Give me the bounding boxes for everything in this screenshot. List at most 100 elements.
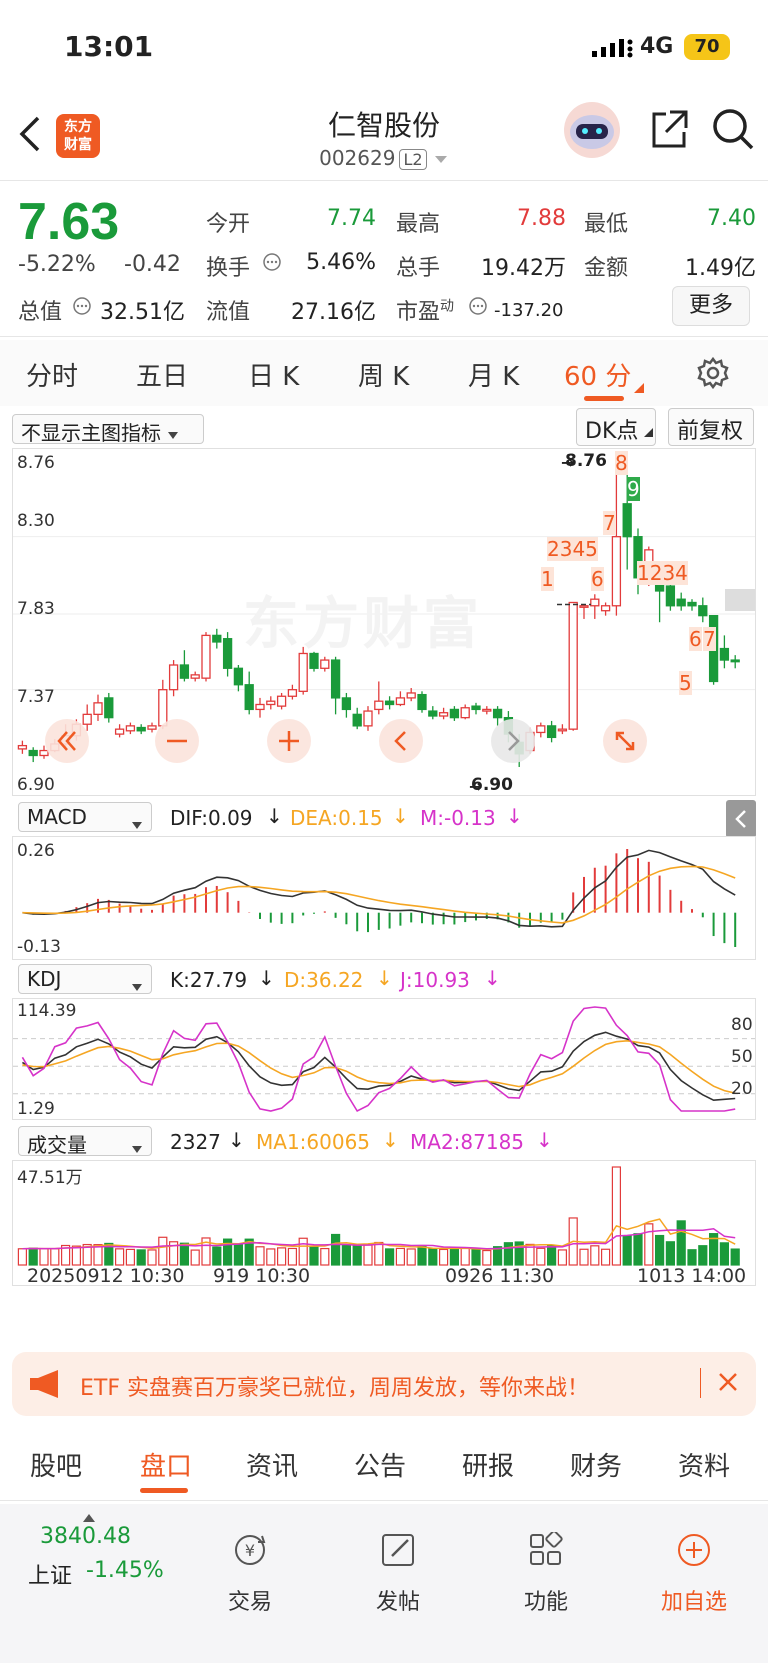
volume-bar: [439, 1248, 449, 1266]
volume-bar: [676, 1220, 686, 1266]
quote-panel: 7.63 -5.22% -0.42 总值 32.51亿 今开 7.74 最高 7…: [0, 182, 768, 332]
down-arrow-icon: ↓: [258, 966, 275, 990]
candle-body: [136, 726, 146, 732]
zoom-in-icon[interactable]: [267, 719, 311, 767]
chevron-left-icon[interactable]: [379, 719, 423, 767]
down-arrow-icon: ↓: [536, 1128, 553, 1152]
volume-bar: [385, 1248, 395, 1266]
dk-point-button[interactable]: DK点: [576, 408, 656, 446]
network-type: 4G: [640, 34, 674, 59]
volume-bar: [406, 1248, 416, 1266]
chevron-down-icon: [433, 146, 449, 170]
macd-select[interactable]: MACD: [18, 802, 152, 832]
kdj-select[interactable]: KDJ: [18, 964, 152, 994]
candle-body: [687, 601, 697, 607]
plus-circle-icon: [644, 1532, 744, 1574]
edit-icon: [348, 1532, 448, 1574]
add-watchlist-button[interactable]: 加自选: [644, 1532, 744, 1616]
close-icon[interactable]: [716, 1370, 740, 1398]
candle-body: [190, 674, 200, 679]
chevron-right-icon[interactable]: [491, 719, 535, 767]
info-icon[interactable]: [468, 296, 488, 320]
volume-chart[interactable]: 47.51万 20250912 10:30 919 10:30 0926 11:…: [12, 1160, 756, 1287]
tab-five-day[interactable]: 五日: [136, 356, 188, 393]
tab-news[interactable]: 资讯: [246, 1446, 298, 1483]
pe-value: -137.20: [494, 300, 564, 321]
tab-daily-k[interactable]: 日 K: [248, 356, 299, 393]
volume-bar: [266, 1248, 276, 1266]
price-adjust-button[interactable]: 前复权: [668, 408, 754, 446]
tab-weekly-k[interactable]: 周 K: [358, 356, 409, 393]
volume-bar: [687, 1249, 697, 1266]
candle-body: [352, 713, 362, 727]
volume-bar: [417, 1245, 427, 1266]
search-icon[interactable]: [712, 108, 756, 156]
max-price-label: 8.76: [565, 451, 607, 471]
amount-label: 金额: [584, 256, 629, 281]
down-arrow-icon: ↓: [484, 966, 501, 990]
main-indicator-select[interactable]: 不显示主图指标: [12, 414, 204, 445]
candle-body: [341, 697, 352, 711]
total-value-label: 总值: [18, 300, 63, 325]
candle-body: [320, 659, 330, 669]
kdj-level-label: 20: [731, 1079, 753, 1099]
status-time: 13:01: [64, 30, 154, 63]
tab-financials[interactable]: 财务: [570, 1446, 622, 1483]
tab-guba[interactable]: 股吧: [30, 1446, 82, 1483]
tab-research[interactable]: 研报: [462, 1446, 514, 1483]
double-chevron-left-icon[interactable]: [45, 719, 89, 767]
volume-value: 2327: [170, 1130, 221, 1154]
y-label-min: 6.90: [17, 775, 55, 795]
info-icon[interactable]: [72, 296, 92, 320]
functions-button[interactable]: 功能: [496, 1530, 596, 1616]
volume-bar: [546, 1245, 557, 1266]
index-value[interactable]: 3840.48: [40, 1524, 131, 1549]
tab-announcements[interactable]: 公告: [354, 1446, 406, 1483]
x-axis-label: 919 10:30: [213, 1265, 311, 1287]
trade-button[interactable]: ¥ 交易: [200, 1532, 300, 1616]
candle-body: [471, 705, 481, 711]
gear-icon[interactable]: [696, 356, 730, 394]
volume-bar: [287, 1247, 297, 1266]
tab-profile[interactable]: 资料: [678, 1446, 730, 1483]
fullscreen-icon[interactable]: [603, 719, 647, 767]
candle-body: [222, 638, 233, 669]
macd-chart[interactable]: 0.26 -0.13: [12, 836, 756, 960]
tab-intraday[interactable]: 分时: [26, 356, 78, 393]
volume-bar: [654, 1234, 665, 1266]
scroll-handle[interactable]: [725, 589, 755, 611]
high-label: 最高: [396, 212, 441, 237]
candle-body: [17, 744, 28, 750]
volume-bar: [212, 1246, 222, 1266]
turnover-label: 换手: [206, 256, 251, 281]
dk-marker: 1234: [637, 561, 688, 585]
amount-value: 1.49亿: [685, 256, 756, 281]
macd-top-label: 0.26: [17, 841, 55, 861]
chevron-down-icon: [131, 811, 143, 835]
tab-pankou[interactable]: 盘口: [140, 1446, 192, 1483]
promo-banner[interactable]: ETF 实盘赛百万豪奖已就位，周周发放，等你来战！: [12, 1352, 756, 1416]
y-label: 7.37: [17, 687, 55, 707]
tab-monthly-k[interactable]: 月 K: [468, 356, 519, 393]
tab-60min[interactable]: 60 分: [564, 356, 631, 393]
kdj-chart[interactable]: 114.39 1.29 80 50 20: [12, 998, 756, 1120]
candle-body: [557, 728, 568, 732]
more-button[interactable]: 更多: [672, 286, 750, 326]
volume-select[interactable]: 成交量: [18, 1126, 152, 1157]
candle-body: [428, 710, 438, 717]
y-label: 7.83: [17, 599, 55, 619]
dk-marker: 7: [703, 627, 716, 651]
share-icon[interactable]: [648, 108, 690, 154]
candle-body: [417, 693, 427, 711]
volume-top-label: 47.51万: [17, 1168, 83, 1188]
info-icon[interactable]: [262, 252, 282, 276]
macd-bottom-label: -0.13: [17, 937, 61, 957]
robot-assistant-icon[interactable]: [562, 100, 622, 164]
post-button[interactable]: 发帖: [348, 1532, 448, 1616]
volume-bar: [39, 1248, 49, 1266]
candle-body: [330, 659, 341, 699]
index-name: 上证: [28, 1564, 73, 1589]
candlestick-chart[interactable]: → → 东方财富 8.76 8.30 7.83 7.37 6.90 8.76 6…: [12, 448, 756, 796]
zoom-out-icon[interactable]: [155, 719, 199, 767]
chevron-down-icon: [131, 973, 143, 997]
